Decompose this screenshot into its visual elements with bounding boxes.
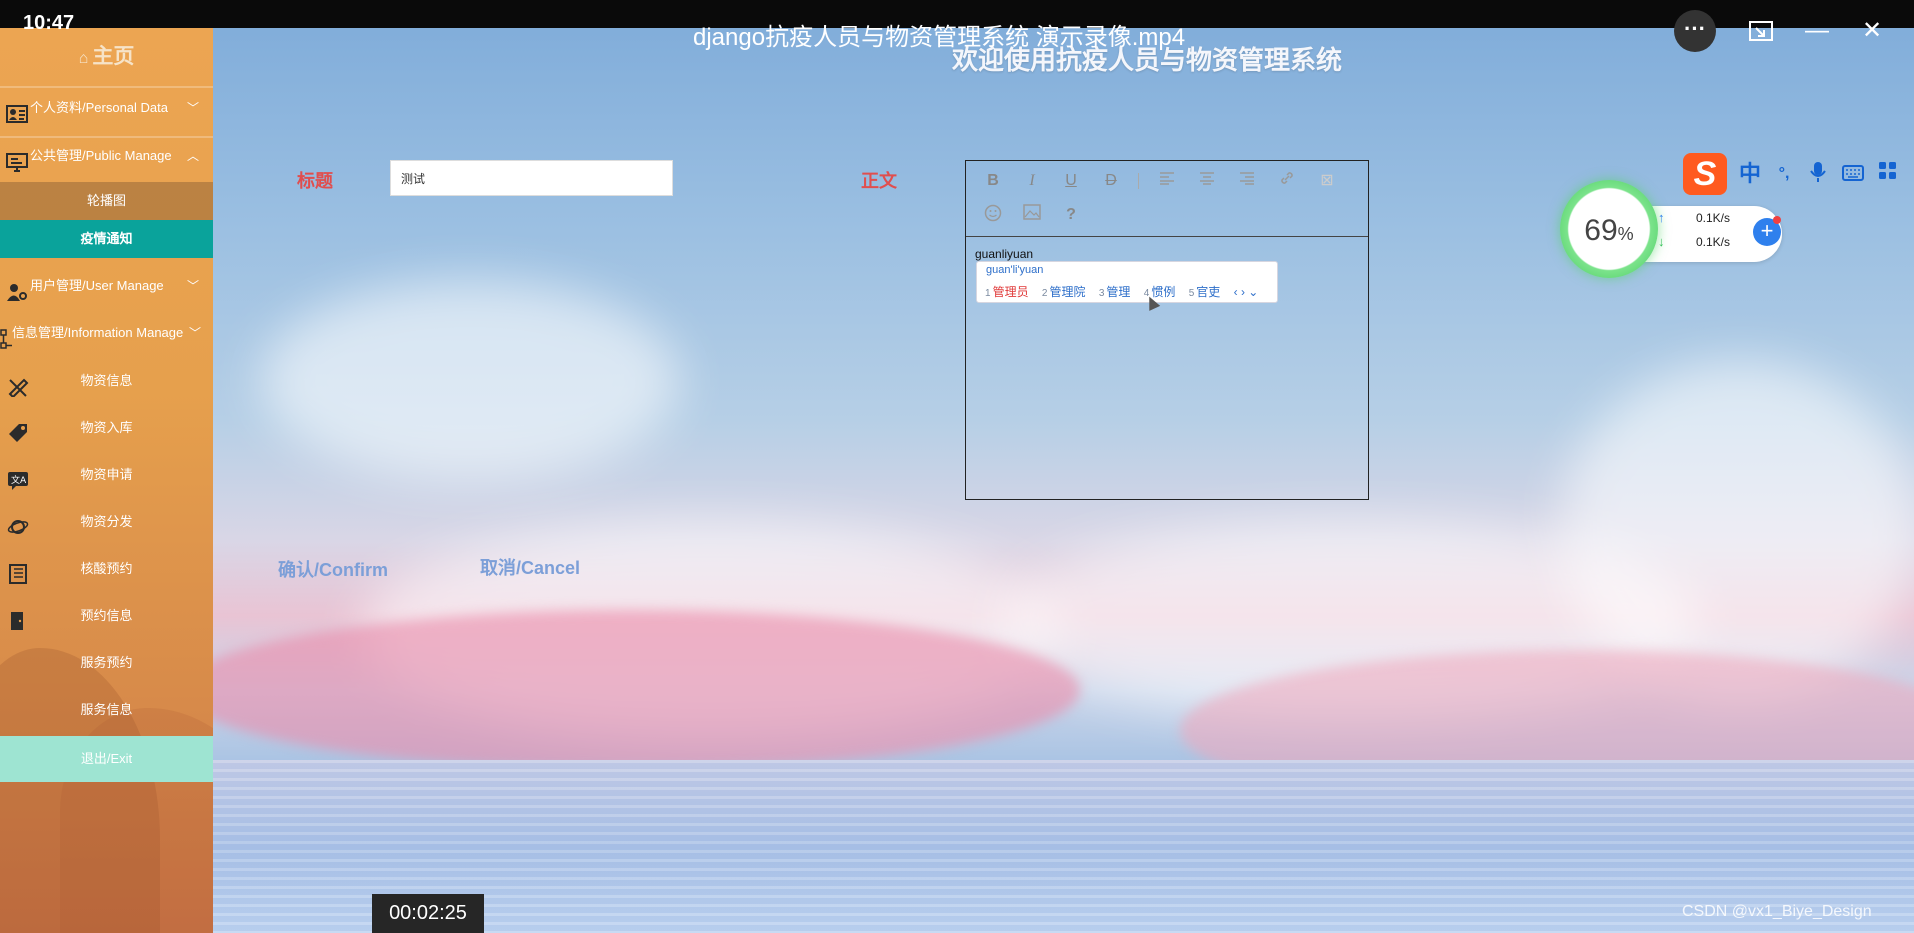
microphone-icon[interactable] — [1805, 161, 1831, 187]
nav-supply-distribution[interactable]: 物资分发 — [0, 499, 213, 545]
home-icon: ⌂ — [78, 50, 89, 67]
nav-nucleic-booking[interactable]: 核酸预约 — [0, 546, 213, 592]
close-icon[interactable]: ✕ — [1852, 14, 1892, 48]
submenu-carousel[interactable]: 轮播图 — [0, 182, 213, 220]
menu-label: 个人资料/Personal Data — [30, 100, 168, 115]
nav-supply-request[interactable]: 文A 物资申请 — [0, 452, 213, 498]
keyboard-icon[interactable] — [1840, 161, 1866, 187]
monitor-icon — [6, 146, 28, 172]
menu-label: 公共管理/Public Manage — [30, 148, 172, 163]
watermark: CSDN @vx1_Biye_Design — [1682, 903, 1872, 920]
home-link[interactable]: ⌂ 主页 — [0, 28, 213, 86]
profile-card-icon — [6, 98, 28, 123]
ime-candidate[interactable]: 管理 — [1106, 285, 1130, 299]
video-title: django抗疫人员与物资管理系统 演示录像.mp4 — [693, 24, 1186, 51]
memory-percent: 69 — [1584, 214, 1618, 247]
menu-information-manage[interactable]: 信息管理/Information Manage ﹀ — [0, 311, 213, 355]
menu-public-manage[interactable]: 公共管理/Public Manage ︿ — [0, 134, 213, 178]
ime-candidate[interactable]: 官吏 — [1196, 285, 1220, 299]
chevron-down-icon: ﹀ — [186, 101, 199, 115]
chevron-down-icon: ﹀ — [186, 279, 199, 293]
ime-candidates: 1 管理员 2 管理院 3 管理 4 惯例 5 官吏 ‹ › ⌄ — [985, 285, 1259, 299]
align-left-icon[interactable] — [1156, 170, 1178, 192]
ime-candidate-window: guan'li'yuan 1 管理员 2 管理院 3 管理 4 惯例 5 官吏 ‹ › ⌄ — [976, 261, 1278, 303]
download-arrow-icon: ↓ — [1658, 234, 1665, 249]
planet-icon — [7, 511, 29, 534]
translate-icon: 文A — [7, 464, 29, 490]
nav-service-info[interactable]: 服务信息 — [0, 687, 213, 733]
menu-user-manage[interactable]: 用户管理/User Manage ﹀ — [0, 264, 213, 308]
notification-dot — [1773, 216, 1781, 224]
rich-text-editor[interactable]: B I U D ⊠ ? guanliyuan — [965, 160, 1369, 500]
sidebar: ⌂ 主页 个人资料/Personal Data ﹀ 公共管理/Public Man… — [0, 28, 213, 933]
ime-candidate[interactable]: 管理员 — [993, 285, 1029, 299]
nav-supply-inbound[interactable]: 物资入库 — [0, 405, 213, 451]
image-icon[interactable] — [1021, 204, 1043, 226]
pencil-ruler-icon — [7, 370, 29, 399]
home-label: 主页 — [92, 45, 135, 68]
italic-icon[interactable]: I — [1021, 170, 1043, 192]
submenu-epidemic-notice[interactable]: 疫情通知 — [0, 220, 213, 258]
door-icon — [7, 605, 29, 630]
menu-label: 信息管理/Information Manage — [12, 325, 184, 340]
ime-candidate[interactable]: 管理院 — [1049, 285, 1085, 299]
download-rate: 0.1K/s — [1696, 235, 1731, 249]
title-input[interactable] — [390, 160, 673, 196]
bold-icon[interactable]: B — [982, 170, 1004, 192]
ime-next-page-icon[interactable]: ‹ › ⌄ — [1234, 285, 1259, 299]
menu-personal-data[interactable]: 个人资料/Personal Data ﹀ — [0, 86, 213, 130]
user-gear-icon — [6, 276, 28, 301]
playback-timestamp: 00:02:25 — [372, 894, 484, 933]
body-label: 正文 — [861, 171, 897, 191]
emoji-icon[interactable] — [982, 204, 1004, 226]
menu-label: 用户管理/User Manage — [30, 278, 164, 293]
confirm-button[interactable]: 确认/Confirm — [278, 556, 388, 582]
hierarchy-icon — [0, 323, 22, 349]
nav-booking-info[interactable]: 预约信息 — [0, 593, 213, 639]
underline-icon[interactable]: U — [1060, 170, 1082, 192]
upload-arrow-icon: ↑ — [1658, 210, 1665, 225]
unlink-icon[interactable]: ⊠ — [1316, 170, 1338, 192]
minimize-icon[interactable]: — — [1797, 14, 1837, 48]
grid-apps-icon[interactable] — [1875, 161, 1901, 187]
nav-supply-info[interactable]: 物资信息 — [0, 358, 213, 404]
cancel-button[interactable]: 取消/Cancel — [480, 554, 580, 580]
chevron-down-icon: ﹀ — [188, 326, 201, 340]
picture-in-picture-icon[interactable] — [1741, 14, 1781, 48]
tag-icon — [7, 417, 29, 442]
strikethrough-icon[interactable]: D — [1100, 170, 1122, 192]
editor-content[interactable]: guanliyuan — [975, 247, 1033, 261]
chevron-up-icon: ︿ — [186, 149, 199, 163]
exit-button[interactable]: 退出/Exit — [0, 736, 213, 782]
network-monitor-widget[interactable]: 69% ↑ 0.1K/s ↓ 0.1K/s + — [1560, 180, 1782, 278]
svg-text:文A: 文A — [11, 474, 27, 486]
align-right-icon[interactable] — [1236, 170, 1258, 192]
ime-pinyin: guan'li'yuan — [986, 264, 1044, 276]
align-center-icon[interactable] — [1196, 170, 1218, 192]
upload-rate: 0.1K/s — [1696, 211, 1731, 225]
title-label: 标题 — [297, 171, 333, 191]
nav-service-booking[interactable]: 服务预约 — [0, 640, 213, 686]
clock: 10:47 — [23, 12, 75, 34]
help-icon[interactable]: ? — [1060, 204, 1082, 226]
editor-toolbar: B I U D ⊠ ? — [966, 161, 1368, 237]
more-icon[interactable]: ··· — [1674, 10, 1716, 52]
link-icon[interactable] — [1276, 170, 1298, 192]
background-scene — [0, 0, 1914, 933]
book-icon — [7, 558, 29, 584]
